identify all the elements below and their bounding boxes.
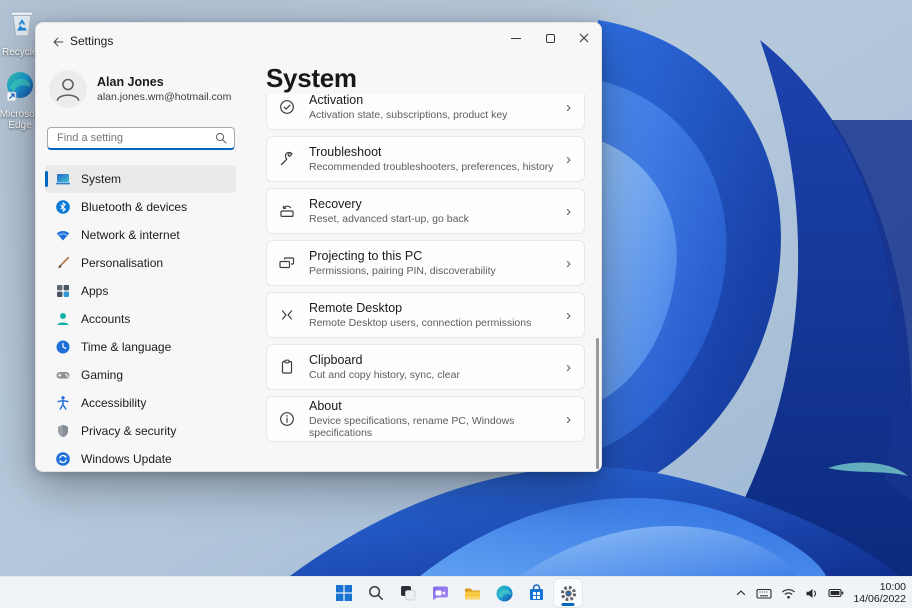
search-box xyxy=(47,127,235,150)
profile-name: Alan Jones xyxy=(97,75,164,89)
privacy-shield-icon xyxy=(58,424,68,438)
titlebar: Settings xyxy=(36,23,601,59)
sidebar-item-gaming[interactable]: Gaming xyxy=(45,361,236,389)
system-icon xyxy=(56,174,70,185)
window-title: Settings xyxy=(70,34,114,48)
battery-icon[interactable] xyxy=(828,587,844,599)
touch-keyboard-icon[interactable] xyxy=(756,587,772,600)
volume-icon[interactable] xyxy=(805,587,819,600)
chevron-right-icon: › xyxy=(566,254,571,272)
back-button[interactable] xyxy=(48,32,68,52)
troubleshoot-icon xyxy=(280,151,293,166)
sidebar-item-apps[interactable]: Apps xyxy=(45,277,236,305)
card-about[interactable]: About Device specifications, rename PC, … xyxy=(266,396,585,442)
desktop-icon-edge[interactable]: Microsoft Edge xyxy=(0,70,40,131)
task-view-icon xyxy=(401,586,416,601)
taskbar-search-button[interactable] xyxy=(362,579,390,607)
page-title: System xyxy=(266,63,357,93)
selected-indicator xyxy=(45,171,48,187)
close-button[interactable] xyxy=(567,23,601,53)
sidebar-item-privacy-security[interactable]: Privacy & security xyxy=(45,417,236,445)
settings-window: Settings Alan Jones alan.jones.wm@hotmai… xyxy=(35,22,602,472)
back-arrow-icon xyxy=(53,37,64,47)
settings-gear-icon xyxy=(560,585,576,601)
card-recovery[interactable]: Recovery Reset, advanced start-up, go ba… xyxy=(266,188,585,234)
chevron-right-icon: › xyxy=(566,410,571,428)
store-icon xyxy=(529,583,543,600)
recycle-bin-icon xyxy=(10,11,34,37)
search-input[interactable] xyxy=(47,127,235,150)
recovery-icon xyxy=(280,205,294,218)
chat-button[interactable] xyxy=(426,579,454,607)
maximize-button[interactable] xyxy=(533,23,567,53)
maximize-icon xyxy=(545,33,555,43)
avatar xyxy=(49,70,87,108)
settings-list: Activation Activation state, subscriptio… xyxy=(266,94,588,471)
taskbar-clock[interactable]: 10:00 14/06/2022 xyxy=(853,581,906,605)
personalisation-icon xyxy=(58,256,70,269)
sidebar-item-accounts[interactable]: Accounts xyxy=(45,305,236,333)
chevron-right-icon: › xyxy=(566,202,571,220)
minimize-button[interactable] xyxy=(499,23,533,53)
chevron-right-icon: › xyxy=(566,358,571,376)
tray-time: 10:00 xyxy=(879,581,906,593)
close-icon xyxy=(579,33,589,43)
task-view-button[interactable] xyxy=(394,579,422,607)
file-explorer-icon xyxy=(464,588,480,599)
sidebar-item-system[interactable]: System xyxy=(45,165,236,193)
settings-button[interactable] xyxy=(554,579,582,607)
sidebar-item-windows-update[interactable]: Windows Update xyxy=(45,445,236,471)
edge-icon xyxy=(496,585,512,601)
bluetooth-icon xyxy=(56,200,70,214)
gaming-icon xyxy=(56,372,70,379)
user-profile[interactable]: Alan Jones alan.jones.wm@hotmail.com xyxy=(49,70,231,108)
time-language-icon xyxy=(56,340,70,354)
sidebar-item-network-internet[interactable]: Network & internet xyxy=(45,221,236,249)
sidebar-item-accessibility[interactable]: Accessibility xyxy=(45,389,236,417)
start-button[interactable] xyxy=(330,579,358,607)
tray-date: 14/06/2022 xyxy=(853,593,906,605)
search-icon xyxy=(215,132,227,144)
minimize-icon xyxy=(511,37,521,39)
scrollbar-thumb[interactable] xyxy=(596,338,599,469)
card-clipboard[interactable]: Clipboard Cut and copy history, sync, cl… xyxy=(266,344,585,390)
search-icon xyxy=(369,586,383,600)
file-explorer-button[interactable] xyxy=(458,579,486,607)
network-icon xyxy=(56,231,70,241)
chevron-right-icon: › xyxy=(566,98,571,116)
accessibility-icon xyxy=(57,396,69,410)
projection-icon xyxy=(279,257,295,269)
sidebar-item-bluetooth-devices[interactable]: Bluetooth & devices xyxy=(45,193,236,221)
tray-chevron-up-icon[interactable] xyxy=(735,587,747,599)
about-icon xyxy=(280,412,294,426)
store-button[interactable] xyxy=(522,579,550,607)
apps-icon xyxy=(57,285,69,297)
active-app-indicator xyxy=(561,603,575,606)
desktop: Recycle Bin Microsoft Edge Settings Alan… xyxy=(0,0,912,608)
card-troubleshoot[interactable]: Troubleshoot Recommended troubleshooters… xyxy=(266,136,585,182)
sidebar-item-personalisation[interactable]: Personalisation xyxy=(45,249,236,277)
clipboard-icon xyxy=(281,359,293,374)
taskbar: 10:00 14/06/2022 xyxy=(0,576,912,608)
sidebar-nav: System Bluetooth & devices Network & int… xyxy=(45,165,236,471)
activation-icon xyxy=(280,100,294,114)
sidebar-item-time-language[interactable]: Time & language xyxy=(45,333,236,361)
wifi-icon[interactable] xyxy=(781,587,796,600)
accounts-icon xyxy=(57,313,69,325)
windows-update-icon xyxy=(56,452,70,466)
person-icon xyxy=(56,78,80,101)
edge-button[interactable] xyxy=(490,579,518,607)
card-activation[interactable]: Activation Activation state, subscriptio… xyxy=(266,94,585,130)
edge-icon xyxy=(6,72,33,102)
chevron-right-icon: › xyxy=(566,306,571,324)
windows-logo-icon xyxy=(336,585,352,601)
chevron-right-icon: › xyxy=(566,150,571,168)
remote-desktop-icon xyxy=(281,310,293,320)
profile-email: alan.jones.wm@hotmail.com xyxy=(97,91,232,103)
chat-icon xyxy=(432,586,448,600)
card-remote-desktop[interactable]: Remote Desktop Remote Desktop users, con… xyxy=(266,292,585,338)
card-projecting[interactable]: Projecting to this PC Permissions, pairi… xyxy=(266,240,585,286)
